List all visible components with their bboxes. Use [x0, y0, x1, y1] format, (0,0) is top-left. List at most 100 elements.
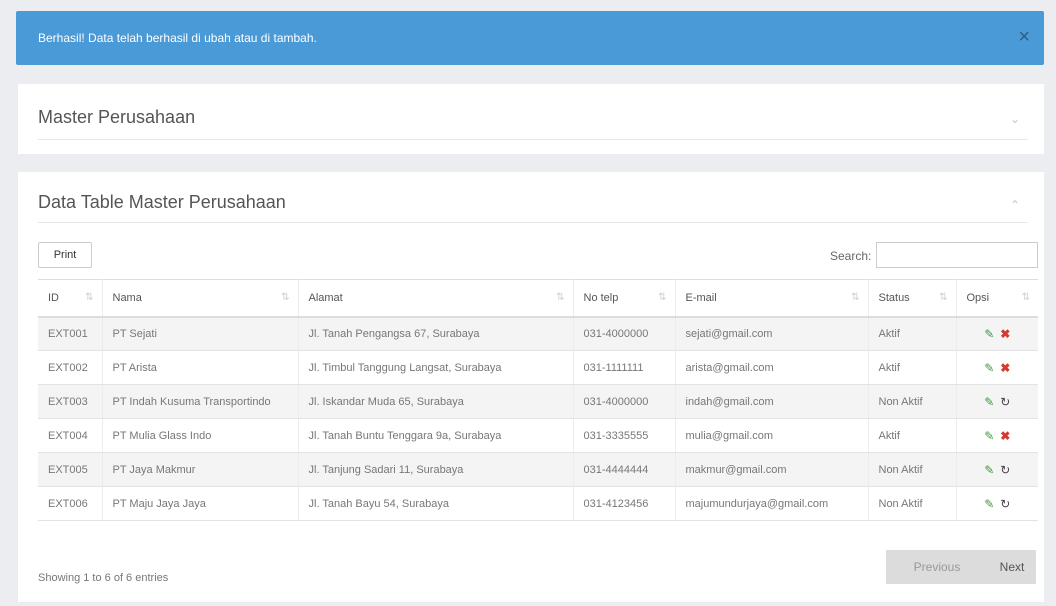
delete-icon[interactable]: ✖ — [1000, 327, 1010, 341]
panel-title: Master Perusahaan — [38, 107, 196, 127]
column-header-label: Status — [878, 291, 910, 304]
cell-telp: 031-4123456 — [573, 486, 676, 521]
column-header-label: E-mail — [685, 291, 717, 304]
sort-icon[interactable]: ⇅ — [1022, 292, 1030, 303]
previous-button[interactable]: Previous — [886, 550, 988, 584]
table-row: EXT006 PT Maju Jaya Jaya Jl. Tanah Bayu 54… — [38, 486, 1038, 521]
cell-alamat: Jl. Tanah Pengangsa 67, Surabaya — [298, 316, 574, 351]
sort-icon[interactable]: ⇅ — [658, 292, 666, 303]
cell-email: makmur@gmail.com — [675, 452, 869, 487]
edit-icon[interactable]: ✎ — [984, 395, 994, 409]
pagination: Previous Next — [886, 550, 1036, 584]
sort-icon[interactable]: ⇅ — [281, 292, 289, 303]
cell-status: Non Aktif — [868, 452, 957, 487]
table-row: EXT005 PT Jaya Makmur Jl. Tanjung Sadari 1… — [38, 452, 1038, 487]
cell-status: Aktif — [868, 316, 957, 351]
column-header[interactable]: ID ⇅ — [38, 279, 103, 318]
cell-telp: 031-1111111 — [573, 350, 676, 385]
panel-title: Data Table Master Perusahaan — [38, 192, 286, 212]
edit-icon[interactable]: ✎ — [984, 361, 994, 375]
edit-icon[interactable]: ✎ — [984, 497, 994, 511]
table-info: Showing 1 to 6 of 6 entries — [38, 572, 169, 584]
column-header-label: Alamat — [308, 291, 343, 304]
column-header[interactable]: No telp ⇅ — [573, 279, 676, 318]
column-header[interactable]: Alamat ⇅ — [298, 279, 574, 318]
master-perusahaan-panel: Master Perusahaan ⌄ — [18, 84, 1044, 154]
edit-icon[interactable]: ✎ — [984, 327, 994, 341]
cell-id: EXT001 — [38, 316, 103, 351]
data-table-panel: Data Table Master Perusahaan ⌃ Print Sea… — [18, 172, 1044, 602]
cell-id: EXT002 — [38, 350, 103, 385]
sort-icon[interactable]: ⇅ — [85, 292, 93, 303]
cell-nama: PT Arista — [102, 350, 299, 385]
cell-nama: PT Maju Jaya Jaya — [102, 486, 299, 521]
cell-alamat: Jl. Tanjung Sadari 11, Surabaya — [298, 452, 574, 487]
cell-id: EXT003 — [38, 384, 103, 419]
divider — [38, 222, 1028, 223]
cell-telp: 031-4000000 — [573, 384, 676, 419]
divider — [38, 139, 1028, 140]
cell-alamat: Jl. Tanah Buntu Tenggara 9a, Surabaya — [298, 418, 574, 453]
cell-alamat: Jl. Timbul Tanggung Langsat, Surabaya — [298, 350, 574, 385]
edit-icon[interactable]: ✎ — [984, 429, 994, 443]
cell-alamat: Jl. Tanah Bayu 54, Surabaya — [298, 486, 574, 521]
next-button[interactable]: Next — [988, 550, 1036, 584]
cell-email: sejati@gmail.com — [675, 316, 869, 351]
alert-message: Berhasil! Data telah berhasil di ubah at… — [38, 31, 317, 45]
cell-nama: PT Sejati — [102, 316, 299, 351]
cell-alamat: Jl. Iskandar Muda 65, Surabaya — [298, 384, 574, 419]
cell-telp: 031-4000000 — [573, 316, 676, 351]
restore-icon[interactable]: ↻ — [1000, 463, 1010, 477]
cell-telp: 031-3335555 — [573, 418, 676, 453]
table-row: EXT001 PT Sejati Jl. Tanah Pengangsa 67, S… — [38, 316, 1038, 351]
column-header-label: Nama — [112, 291, 142, 304]
sort-icon[interactable]: ⇅ — [851, 292, 859, 303]
cell-email: mulia@gmail.com — [675, 418, 869, 453]
column-header-label: No telp — [583, 291, 619, 304]
column-header[interactable]: Nama ⇅ — [102, 279, 299, 318]
cell-status: Non Aktif — [868, 486, 957, 521]
column-header-label: Opsi — [966, 291, 990, 304]
sort-icon[interactable]: ⇅ — [939, 292, 947, 303]
cell-email: majumundurjaya@gmail.com — [675, 486, 869, 521]
cell-email: arista@gmail.com — [675, 350, 869, 385]
cell-telp: 031-4444444 — [573, 452, 676, 487]
cell-nama: PT Mulia Glass Indo — [102, 418, 299, 453]
print-button[interactable]: Print — [38, 242, 92, 268]
close-icon[interactable]: × — [1018, 27, 1030, 47]
cell-id: EXT004 — [38, 418, 103, 453]
column-header-label: ID — [48, 291, 59, 304]
companies-table: ID ⇅ Nama ⇅ Alamat ⇅ No telp ⇅ E-mail ⇅ Status ⇅ Ops… — [38, 279, 1038, 521]
delete-icon[interactable]: ✖ — [1000, 361, 1010, 375]
cell-status: Non Aktif — [868, 384, 957, 419]
cell-id: EXT005 — [38, 452, 103, 487]
delete-icon[interactable]: ✖ — [1000, 429, 1010, 443]
table-header-row: ID ⇅ Nama ⇅ Alamat ⇅ No telp ⇅ E-mail ⇅ Status ⇅ Ops… — [38, 279, 1038, 318]
cell-status: Aktif — [868, 418, 957, 453]
cell-opsi: ✎ ↻ — [956, 384, 1038, 419]
cell-id: EXT006 — [38, 486, 103, 521]
edit-icon[interactable]: ✎ — [984, 463, 994, 477]
column-header[interactable]: E-mail ⇅ — [675, 279, 869, 318]
success-alert: Berhasil! Data telah berhasil di ubah at… — [16, 11, 1044, 65]
column-header[interactable]: Opsi ⇅ — [956, 279, 1038, 318]
column-header[interactable]: Status ⇅ — [868, 279, 957, 318]
table-row: EXT002 PT Arista Jl. Timbul Tanggung Langs… — [38, 350, 1038, 385]
table-row: EXT004 PT Mulia Glass Indo Jl. Tanah Buntu… — [38, 418, 1038, 453]
cell-opsi: ✎ ✖ — [956, 316, 1038, 351]
search-label: Search: — [830, 249, 872, 263]
chevron-down-icon[interactable]: ⌄ — [1010, 112, 1020, 126]
cell-email: indah@gmail.com — [675, 384, 869, 419]
search-input[interactable] — [876, 242, 1038, 268]
restore-icon[interactable]: ↻ — [1000, 395, 1010, 409]
sort-icon[interactable]: ⇅ — [556, 292, 564, 303]
cell-opsi: ✎ ✖ — [956, 350, 1038, 385]
cell-nama: PT Jaya Makmur — [102, 452, 299, 487]
chevron-up-icon[interactable]: ⌃ — [1010, 198, 1020, 212]
cell-status: Aktif — [868, 350, 957, 385]
restore-icon[interactable]: ↻ — [1000, 497, 1010, 511]
table-body: EXT001 PT Sejati Jl. Tanah Pengangsa 67, S… — [38, 316, 1038, 521]
cell-opsi: ✎ ↻ — [956, 486, 1038, 521]
cell-opsi: ✎ ↻ — [956, 452, 1038, 487]
table-row: EXT003 PT Indah Kusuma Transportindo Jl. I… — [38, 384, 1038, 419]
